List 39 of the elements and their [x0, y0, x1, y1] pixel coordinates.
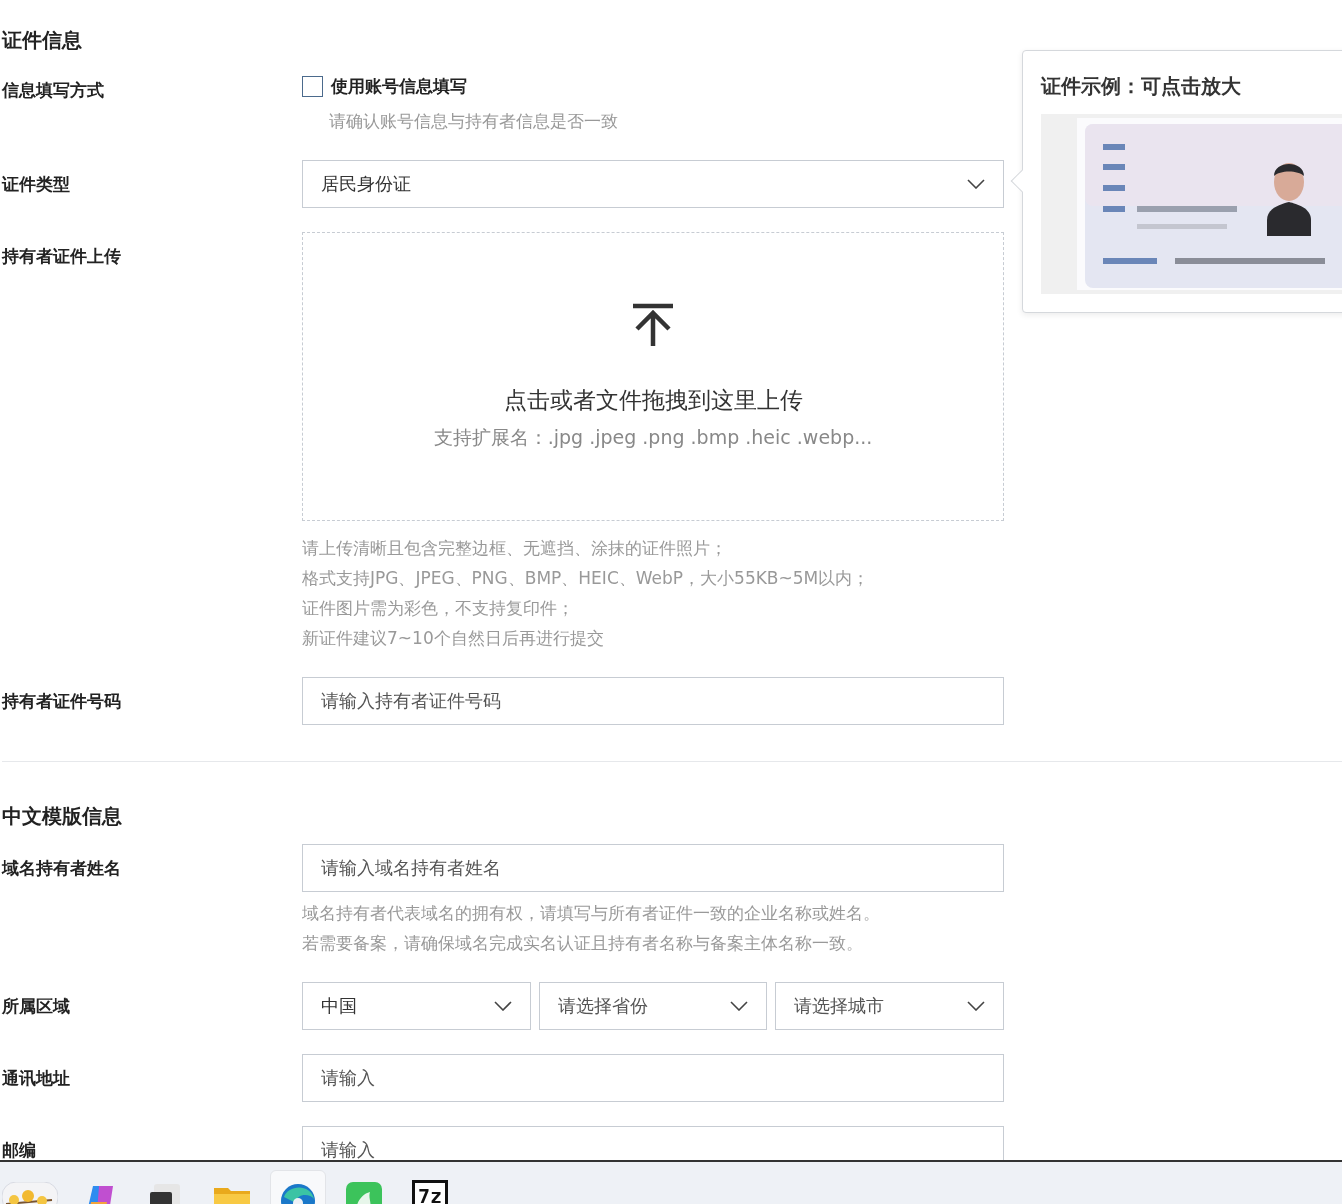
select-field[interactable]: 中国 — [302, 981, 531, 1030]
field-label: 域名持有者姓名 — [2, 856, 122, 880]
field-label: 信息填写方式 — [2, 79, 105, 102]
input-field[interactable]: 请输入域名持有者姓名 — [302, 843, 1004, 892]
archiver-icon: 7z — [411, 1180, 449, 1204]
hint-text: 请上传清晰且包含完整边框、无遮挡、涂抹的证件照片； — [302, 536, 728, 560]
popover-title: 证件示例：可点击放大 — [1041, 73, 1242, 100]
field-label: 持有者证件号码 — [2, 689, 122, 713]
hint-text: 请确认账号信息与持有者信息是否一致 — [329, 109, 619, 133]
checkbox-label[interactable]: 使用账号信息填写 — [331, 74, 467, 100]
hint-text: 若需要备案，请确保域名完成实名认证且持有者名称与备案主体名称一致。 — [302, 931, 864, 955]
section-title: 中文模版信息 — [2, 802, 123, 830]
chevron-down-icon — [493, 1000, 512, 1011]
hint-text: 格式支持JPG、JPEG、PNG、BMP、HEIC、WebP，大小55KB~5M以内； — [302, 566, 871, 590]
hint-text: 新证件建议7~10个自然日后再进行提交 — [302, 626, 605, 650]
chevron-down-icon — [967, 1000, 985, 1011]
field-label: 证件类型 — [2, 172, 71, 196]
taskbar-app[interactable]: 7z — [402, 1170, 458, 1204]
input-field[interactable]: 请输入持有者证件号码 — [302, 676, 1004, 725]
upload-area[interactable]: 点击或者文件拖拽到这里上传 支持扩展名：.jpg .jpeg .png .bmp .heic .webp... — [302, 231, 1004, 521]
checkbox[interactable] — [302, 76, 323, 98]
select-field[interactable]: 居民身份证 — [302, 159, 1004, 208]
upload-icon — [632, 302, 674, 347]
hint-text: 域名持有者代表域名的拥有权，请填写与所有者证件一致的企业名称或姓名。 — [302, 901, 881, 925]
field-label: 所属区域 — [2, 994, 71, 1018]
field-label: 通讯地址 — [2, 1066, 71, 1090]
upload-title: 点击或者文件拖拽到这里上传 — [503, 385, 803, 415]
select-field[interactable]: 请选择城市 — [775, 981, 1004, 1030]
hint-text: 证件图片需为彩色，不支持复印件； — [302, 596, 575, 620]
input-field[interactable]: 请输入 — [302, 1125, 1004, 1160]
section-title: 证件信息 — [2, 27, 83, 54]
upload-subtitle: 支持扩展名：.jpg .jpeg .png .bmp .heic .webp... — [433, 425, 873, 450]
browser-icon — [280, 1183, 316, 1204]
chevron-down-icon — [967, 178, 985, 189]
select-field[interactable]: 请选择省份 — [538, 981, 768, 1030]
field-label: 持有者证件上传 — [2, 244, 122, 268]
chevron-down-icon — [730, 1000, 749, 1011]
input-field[interactable]: 请输入 — [302, 1053, 1004, 1102]
field-label: 邮编 — [2, 1138, 37, 1160]
